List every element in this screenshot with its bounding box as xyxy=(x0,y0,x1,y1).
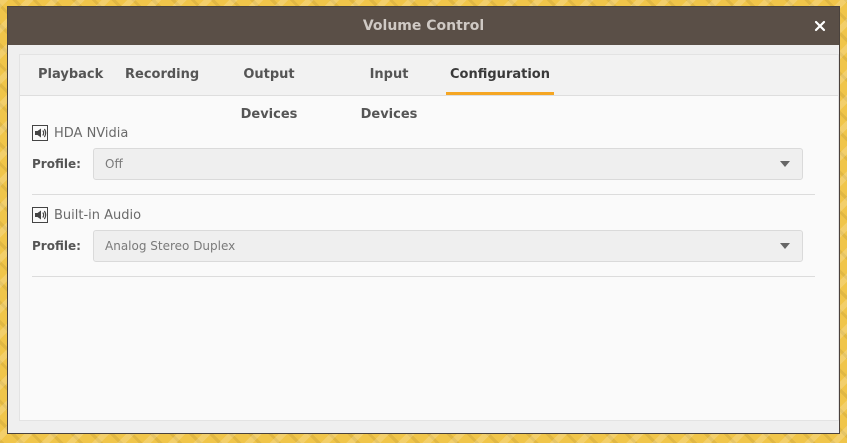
chevron-down-icon xyxy=(780,243,790,249)
tab-recording[interactable]: Recording xyxy=(123,55,199,95)
device-header-hda-nvidia: HDA NVidia xyxy=(32,124,128,142)
device-name: HDA NVidia xyxy=(54,125,129,141)
profile-label: Profile: xyxy=(32,239,81,253)
separator xyxy=(32,194,815,195)
speaker-icon xyxy=(32,125,48,141)
profile-label: Profile: xyxy=(32,157,81,171)
tab-playback[interactable]: Playback xyxy=(36,55,103,95)
tab-input-devices[interactable]: Input Devices xyxy=(340,55,438,122)
close-icon xyxy=(814,20,826,32)
profile-value: Analog Stereo Duplex xyxy=(105,239,236,253)
close-button[interactable] xyxy=(809,15,831,37)
window-title: Volume Control xyxy=(362,18,485,34)
titlebar[interactable]: Volume Control xyxy=(8,7,839,45)
profile-combobox-hda-nvidia[interactable]: Off xyxy=(93,148,803,180)
device-name: Built-in Audio xyxy=(54,207,142,223)
volume-control-window: Volume Control Playback Recording Output… xyxy=(7,6,840,434)
device-header-built-in-audio: Built-in Audio xyxy=(32,206,141,224)
tab-output-devices[interactable]: Output Devices xyxy=(216,55,322,122)
chevron-down-icon xyxy=(780,161,790,167)
tab-bar: Playback Recording Output Devices Input … xyxy=(20,55,838,122)
profile-value: Off xyxy=(105,157,123,171)
profile-combobox-built-in-audio[interactable]: Analog Stereo Duplex xyxy=(93,230,803,262)
separator xyxy=(32,276,815,277)
speaker-icon xyxy=(32,207,48,223)
tab-configuration[interactable]: Configuration xyxy=(446,55,554,95)
notebook: Playback Recording Output Devices Input … xyxy=(19,54,839,421)
